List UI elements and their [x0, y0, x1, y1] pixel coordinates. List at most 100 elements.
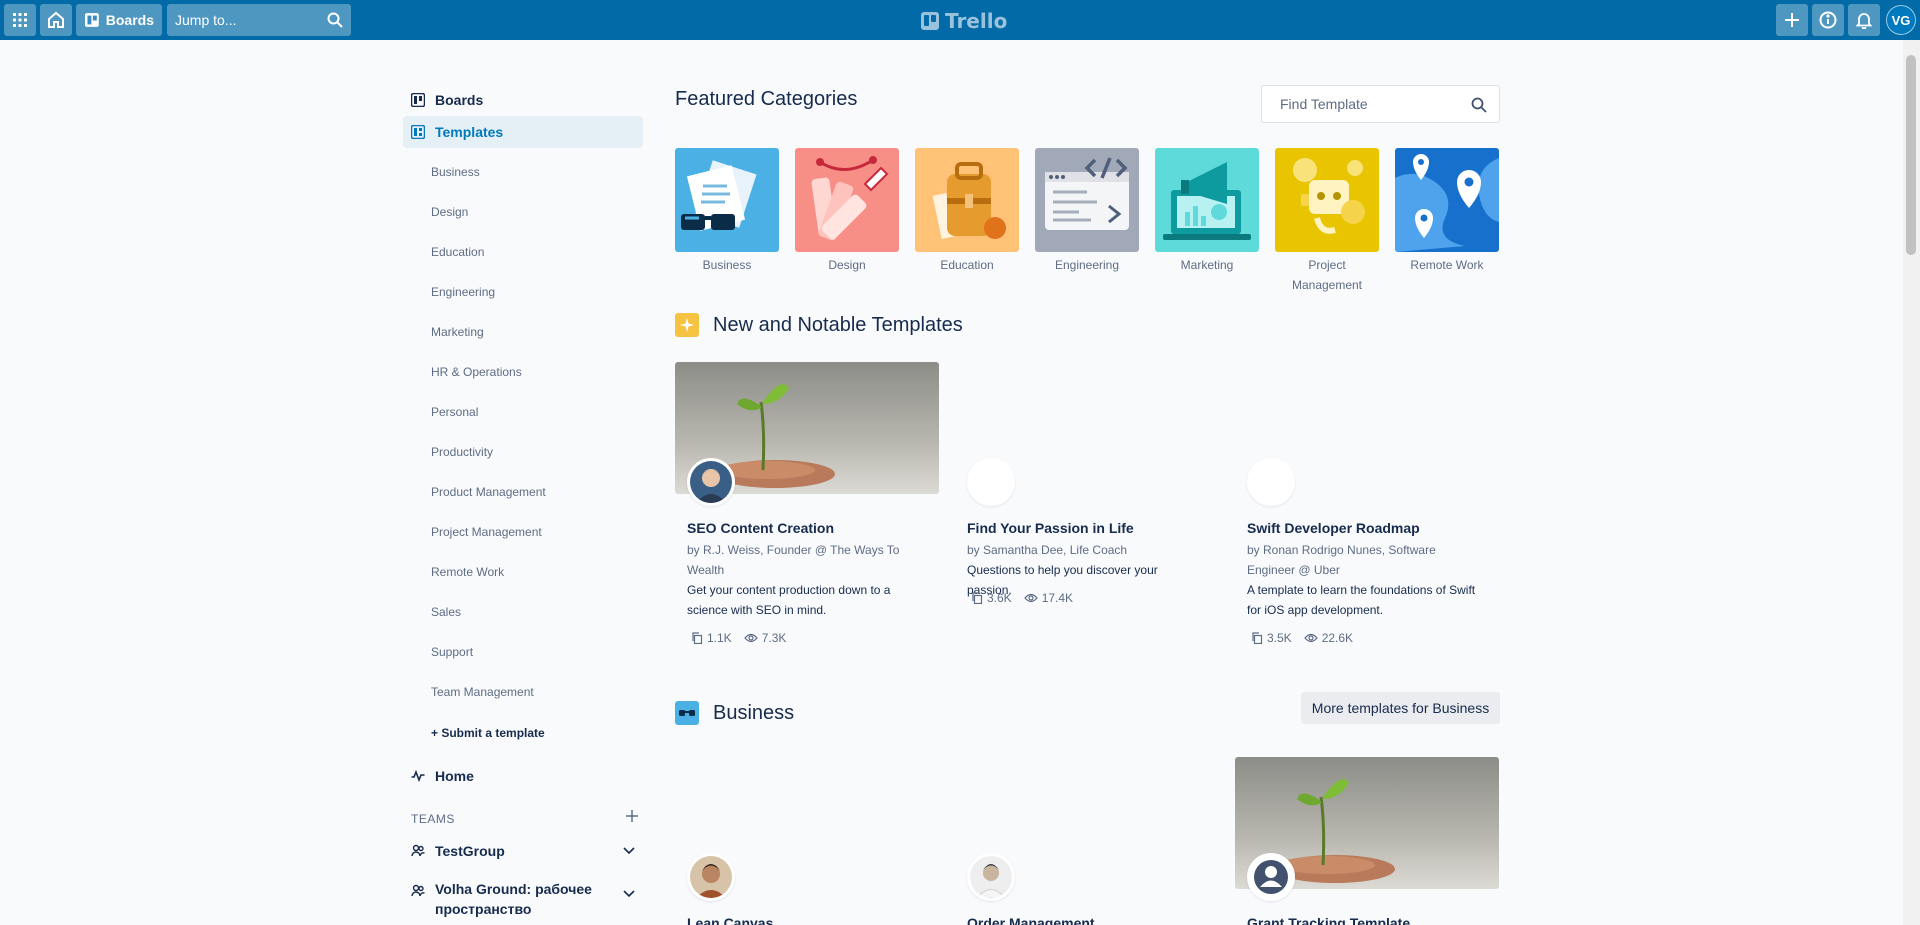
sidebar-category-product-management[interactable]: Product Management: [431, 482, 546, 502]
sidebar-item-boards[interactable]: Boards: [403, 84, 643, 116]
eye-icon: [1023, 593, 1038, 603]
template-icon: [411, 125, 425, 139]
page-scrollbar-thumb[interactable]: [1906, 55, 1916, 255]
sidebar-category-engineering[interactable]: Engineering: [431, 282, 495, 302]
add-team-button[interactable]: [625, 807, 639, 828]
category-tile-remote-work[interactable]: Remote Work: [1395, 148, 1499, 275]
jump-to-input[interactable]: [167, 4, 317, 36]
author-avatar: [1247, 853, 1295, 901]
template-author: by Ronan Rodrigo Nunes, Software Enginee…: [1247, 543, 1436, 577]
author-avatar: [1247, 458, 1295, 506]
search-icon[interactable]: [327, 12, 343, 28]
team-icon: [411, 844, 425, 857]
template-stats: 1.1K 7.3K: [691, 631, 786, 645]
template-card[interactable]: Order Management: [955, 757, 1219, 925]
find-template-search[interactable]: [1261, 85, 1500, 123]
category-tile-engineering[interactable]: Engineering: [1035, 148, 1139, 275]
views-stat: 17.4K: [1023, 591, 1074, 605]
template-title: Find Your Passion in Life: [967, 520, 1134, 536]
template-description: Get your content production down to a sc…: [687, 583, 891, 617]
team-item-testgroup[interactable]: TestGroup: [411, 843, 643, 859]
copies-stat: 3.5K: [1251, 631, 1292, 645]
chevron-down-icon[interactable]: [623, 890, 635, 898]
eye-icon: [743, 633, 758, 643]
notifications-button[interactable]: [1848, 4, 1880, 36]
template-card[interactable]: Grant Tracking Template: [1235, 757, 1499, 925]
sidebar-category-sales[interactable]: Sales: [431, 602, 461, 622]
user-avatar[interactable]: VG: [1886, 5, 1916, 35]
views-stat: 22.6K: [1303, 631, 1354, 645]
top-navigation-bar: Boards Trello VG: [0, 0, 1920, 40]
category-tile-education[interactable]: Education: [915, 148, 1019, 275]
apps-grid-icon: [13, 13, 27, 27]
sidebar-category-project-management[interactable]: Project Management: [431, 522, 542, 542]
section-title: New and Notable Templates: [713, 313, 963, 336]
sidebar-category-team-management[interactable]: Team Management: [431, 682, 534, 702]
logo-text: Trello: [945, 9, 1008, 33]
search-icon[interactable]: [1471, 97, 1487, 113]
create-button[interactable]: [1776, 4, 1808, 36]
category-label: Business: [702, 258, 752, 272]
views-count: 17.4K: [1041, 591, 1074, 605]
section-title: Business: [713, 701, 795, 724]
find-template-input[interactable]: [1262, 86, 1462, 122]
activity-icon: [411, 770, 425, 782]
template-card[interactable]: Find Your Passion in Life by Samantha De…: [955, 362, 1219, 642]
sidebar-category-hr-operations[interactable]: HR & Operations: [431, 362, 522, 382]
template-stats: 3.6K 17.4K: [971, 591, 1073, 605]
apps-grid-button[interactable]: [4, 4, 36, 36]
sidebar-item-home[interactable]: Home: [403, 760, 643, 792]
template-title: Lean Canvas: [687, 915, 774, 925]
category-label: Education: [940, 258, 994, 272]
category-label: Marketing: [1180, 258, 1234, 272]
sidebar-category-business[interactable]: Business: [431, 162, 480, 182]
copy-icon: [692, 632, 703, 644]
information-button[interactable]: [1812, 4, 1844, 36]
submit-template-link[interactable]: + Submit a template: [431, 726, 545, 740]
sidebar-category-marketing[interactable]: Marketing: [431, 322, 484, 342]
category-tile-design[interactable]: Design: [795, 148, 899, 275]
sidebar-item-templates[interactable]: Templates: [403, 116, 643, 148]
boards-label: Boards: [105, 12, 154, 28]
category-label: Remote Work: [1410, 258, 1484, 272]
code-window-icon: [1035, 148, 1139, 252]
template-title: Order Management: [967, 915, 1095, 925]
sidebar-category-personal[interactable]: Personal: [431, 402, 478, 422]
views-count: 7.3K: [761, 631, 787, 645]
eye-icon: [1303, 633, 1318, 643]
team-item-volha-ground[interactable]: Volha Ground: рабочее пространство: [411, 879, 643, 919]
author-avatar: [687, 458, 735, 506]
featured-categories-heading: Featured Categories: [675, 88, 858, 110]
sidebar-category-design[interactable]: Design: [431, 202, 468, 222]
chevron-down-icon[interactable]: [623, 847, 635, 855]
sidebar-item-label: Boards: [435, 92, 484, 108]
template-card[interactable]: Swift Developer Roadmap by Ronan Rodrigo…: [1235, 362, 1499, 662]
category-tile-project-management[interactable]: Project Management: [1275, 148, 1379, 295]
copy-icon: [1252, 632, 1263, 644]
template-card[interactable]: Lean Canvas: [675, 757, 939, 925]
template-title: SEO Content Creation: [687, 520, 835, 536]
trello-logo[interactable]: Trello: [921, 9, 1007, 33]
sidebar-item-label: Templates: [435, 124, 504, 140]
copies-count: 1.1K: [707, 631, 732, 645]
sidebar-item-label: Home: [435, 768, 474, 784]
category-tile-marketing[interactable]: Marketing: [1155, 148, 1259, 275]
info-icon: [1819, 11, 1837, 29]
views-stat: 7.3K: [743, 631, 787, 645]
category-tile-business[interactable]: Business: [675, 148, 779, 275]
jump-to-search[interactable]: [167, 4, 351, 36]
home-button[interactable]: [40, 4, 72, 36]
views-count: 22.6K: [1321, 631, 1354, 645]
sidebar-category-remote-work[interactable]: Remote Work: [431, 562, 504, 582]
home-icon: [48, 11, 64, 28]
template-card[interactable]: SEO Content Creation by R.J. Weiss, Foun…: [675, 362, 939, 662]
sidebar-category-productivity[interactable]: Productivity: [431, 442, 493, 462]
copies-stat: 1.1K: [691, 631, 732, 645]
sidebar-category-education[interactable]: Education: [431, 242, 484, 262]
more-business-templates-button[interactable]: More templates for Business: [1301, 692, 1500, 724]
copies-count: 3.5K: [1267, 631, 1292, 645]
trello-logo-icon: [921, 12, 939, 30]
boards-button[interactable]: Boards: [76, 4, 162, 36]
team-icon: [411, 884, 425, 897]
sidebar-category-support[interactable]: Support: [431, 642, 473, 662]
